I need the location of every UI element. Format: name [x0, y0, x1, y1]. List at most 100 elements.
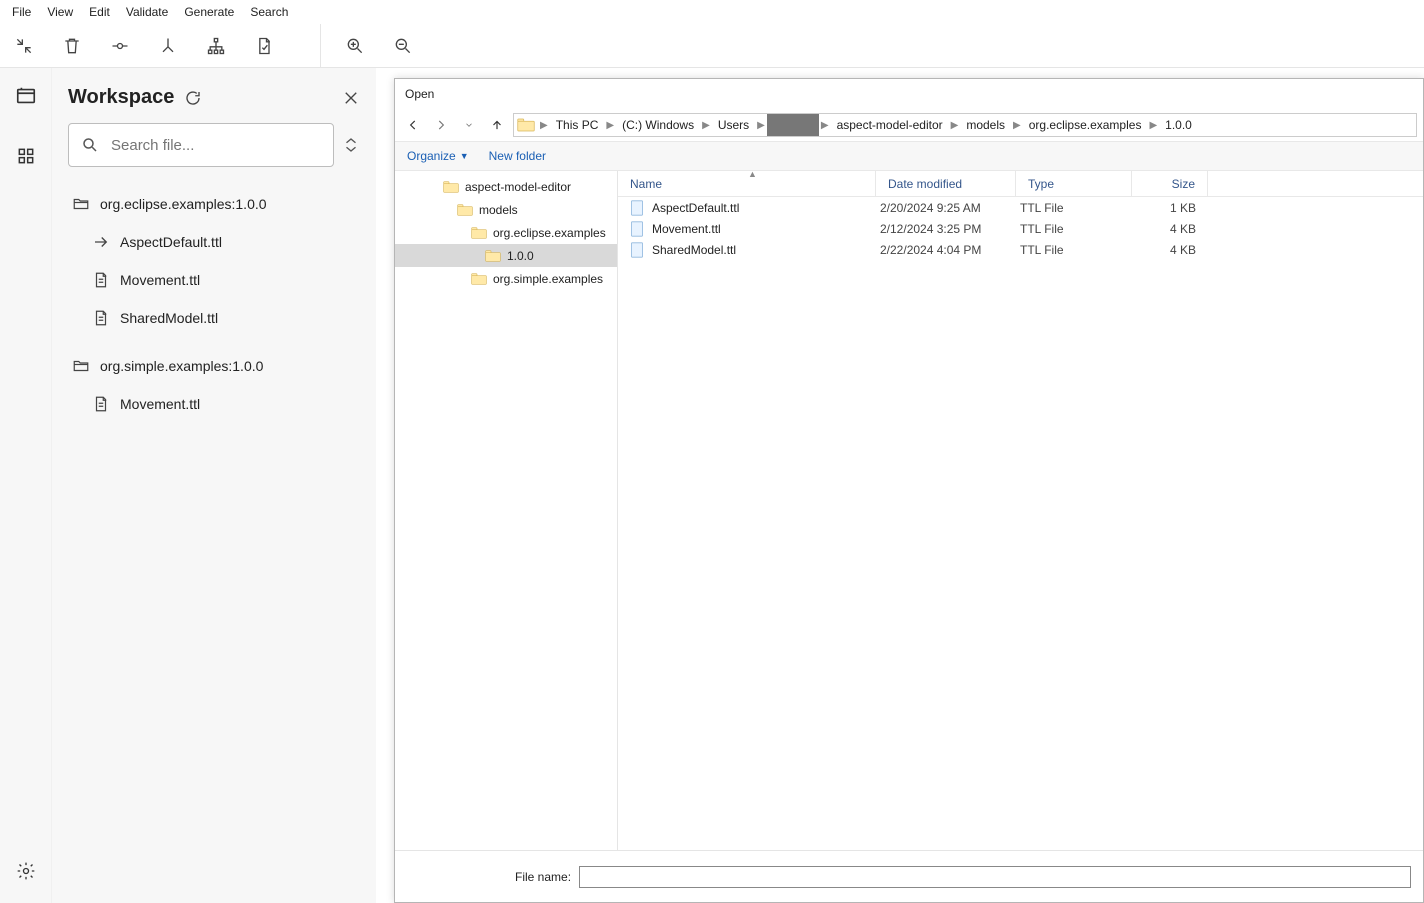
commit-icon[interactable] — [96, 24, 144, 67]
chevron-right-icon: ▶ — [949, 120, 961, 131]
merge-icon[interactable] — [144, 24, 192, 67]
menu-view[interactable]: View — [41, 3, 79, 21]
file-row[interactable]: SharedModel.ttl 2/22/2024 4:04 PM TTL Fi… — [618, 239, 1423, 260]
chevron-right-icon: ▶ — [700, 120, 712, 131]
folder-icon — [516, 115, 536, 135]
open-file-dialog: Open ▶ This PC ▶ (C:) Windows ▶ Users ▶ … — [394, 78, 1424, 903]
left-icon-rail — [0, 68, 52, 903]
menu-validate[interactable]: Validate — [120, 3, 174, 21]
ttl-file-icon — [630, 242, 644, 258]
breadcrumb-item[interactable]: This PC — [550, 114, 605, 136]
dialog-filename-row: File name: — [395, 850, 1423, 902]
tree-file[interactable]: SharedModel.ttl — [68, 299, 360, 337]
settings-icon[interactable] — [8, 853, 44, 889]
main-toolbar — [0, 24, 1424, 68]
organize-menu[interactable]: Organize ▼ — [407, 149, 469, 163]
apps-icon[interactable] — [8, 138, 44, 174]
nav-forward-icon — [429, 113, 453, 137]
dialog-tree-item[interactable]: models — [395, 198, 617, 221]
caret-down-icon: ▼ — [460, 151, 469, 161]
tree-file[interactable]: Movement.ttl — [68, 261, 360, 299]
tree-label: Movement.ttl — [120, 396, 200, 412]
tree-label: org.simple.examples:1.0.0 — [100, 358, 263, 374]
graph-icon[interactable] — [192, 24, 240, 67]
tree-folder[interactable]: org.eclipse.examples:1.0.0 — [68, 185, 360, 223]
delete-icon[interactable] — [48, 24, 96, 67]
zoom-out-icon[interactable] — [379, 24, 427, 67]
document-check-icon[interactable] — [240, 24, 288, 67]
filename-input[interactable] — [579, 866, 1411, 888]
search-input[interactable] — [99, 137, 321, 154]
sort-asc-icon: ▲ — [748, 171, 757, 179]
folder-open-icon — [72, 195, 90, 213]
search-icon — [81, 136, 99, 154]
filename-label: File name: — [515, 870, 571, 884]
breadcrumb-item[interactable]: org.eclipse.examples — [1023, 114, 1148, 136]
tree-label: Movement.ttl — [120, 272, 200, 288]
menu-edit[interactable]: Edit — [83, 3, 116, 21]
folder-icon — [471, 272, 487, 286]
search-input-wrapper — [68, 123, 334, 167]
dialog-toolbar: Organize ▼ New folder — [395, 141, 1423, 171]
workspace-title: Workspace — [68, 86, 174, 109]
collapse-icon[interactable] — [0, 24, 48, 67]
menu-generate[interactable]: Generate — [178, 3, 240, 21]
collapse-all-icon[interactable] — [342, 136, 360, 154]
address-bar[interactable]: ▶ This PC ▶ (C:) Windows ▶ Users ▶ ▶ asp… — [513, 113, 1417, 137]
ttl-file-icon — [630, 200, 644, 216]
file-icon — [92, 309, 110, 327]
breadcrumb-item[interactable]: models — [960, 114, 1011, 136]
menu-search[interactable]: Search — [244, 3, 294, 21]
dialog-folder-tree[interactable]: aspect-model-editor models org.eclipse.e… — [395, 171, 617, 850]
folder-icon — [485, 249, 501, 263]
chevron-right-icon: ▶ — [1011, 120, 1023, 131]
col-name[interactable]: Name ▲ — [618, 171, 876, 196]
arrow-right-icon — [92, 233, 110, 251]
dialog-file-list: Name ▲ Date modified Type Size AspectDef… — [617, 171, 1423, 850]
dialog-tree-item[interactable]: aspect-model-editor — [395, 175, 617, 198]
breadcrumb-item-redacted[interactable] — [767, 114, 819, 136]
tree-file[interactable]: Movement.ttl — [68, 385, 360, 423]
chevron-right-icon: ▶ — [755, 120, 767, 131]
tree-label: org.eclipse.examples:1.0.0 — [100, 196, 267, 212]
dialog-nav-bar: ▶ This PC ▶ (C:) Windows ▶ Users ▶ ▶ asp… — [395, 109, 1423, 141]
nav-back-icon[interactable] — [401, 113, 425, 137]
tree-label: SharedModel.ttl — [120, 310, 218, 326]
nav-up-icon[interactable] — [485, 113, 509, 137]
refresh-icon[interactable] — [184, 89, 202, 107]
chevron-right-icon: ▶ — [604, 120, 616, 131]
zoom-in-icon[interactable] — [331, 24, 379, 67]
tree-file-current[interactable]: AspectDefault.ttl — [68, 223, 360, 261]
tree-folder[interactable]: org.simple.examples:1.0.0 — [68, 347, 360, 385]
breadcrumb-item[interactable]: Users — [712, 114, 755, 136]
dialog-title: Open — [395, 79, 1423, 109]
nav-recent-icon[interactable] — [457, 113, 481, 137]
breadcrumb-item[interactable]: 1.0.0 — [1159, 114, 1198, 136]
col-size[interactable]: Size — [1132, 171, 1208, 196]
folder-open-icon — [72, 357, 90, 375]
close-panel-icon[interactable] — [342, 89, 360, 107]
ttl-file-icon — [630, 221, 644, 237]
workspace-toggle-icon[interactable] — [8, 78, 44, 114]
workspace-panel: Workspace org.eclipse.examples:1.0.0 — [52, 68, 376, 903]
dialog-tree-item[interactable]: org.simple.examples — [395, 267, 617, 290]
col-date[interactable]: Date modified — [876, 171, 1016, 196]
file-row[interactable]: AspectDefault.ttl 2/20/2024 9:25 AM TTL … — [618, 197, 1423, 218]
dialog-tree-item[interactable]: org.eclipse.examples — [395, 221, 617, 244]
menu-bar: File View Edit Validate Generate Search — [0, 0, 1424, 24]
breadcrumb-item[interactable]: (C:) Windows — [616, 114, 700, 136]
col-type[interactable]: Type — [1016, 171, 1132, 196]
workspace-tree: org.eclipse.examples:1.0.0 AspectDefault… — [68, 185, 360, 423]
chevron-right-icon: ▶ — [819, 120, 831, 131]
breadcrumb-item[interactable]: aspect-model-editor — [831, 114, 949, 136]
new-folder-button[interactable]: New folder — [489, 149, 546, 163]
menu-file[interactable]: File — [6, 3, 37, 21]
file-icon — [92, 271, 110, 289]
file-row[interactable]: Movement.ttl 2/12/2024 3:25 PM TTL File … — [618, 218, 1423, 239]
folder-icon — [457, 203, 473, 217]
dialog-tree-item-selected[interactable]: 1.0.0 — [395, 244, 617, 267]
chevron-right-icon: ▶ — [538, 120, 550, 131]
column-headers: Name ▲ Date modified Type Size — [618, 171, 1423, 197]
tree-label: AspectDefault.ttl — [120, 234, 222, 250]
chevron-right-icon: ▶ — [1147, 120, 1159, 131]
